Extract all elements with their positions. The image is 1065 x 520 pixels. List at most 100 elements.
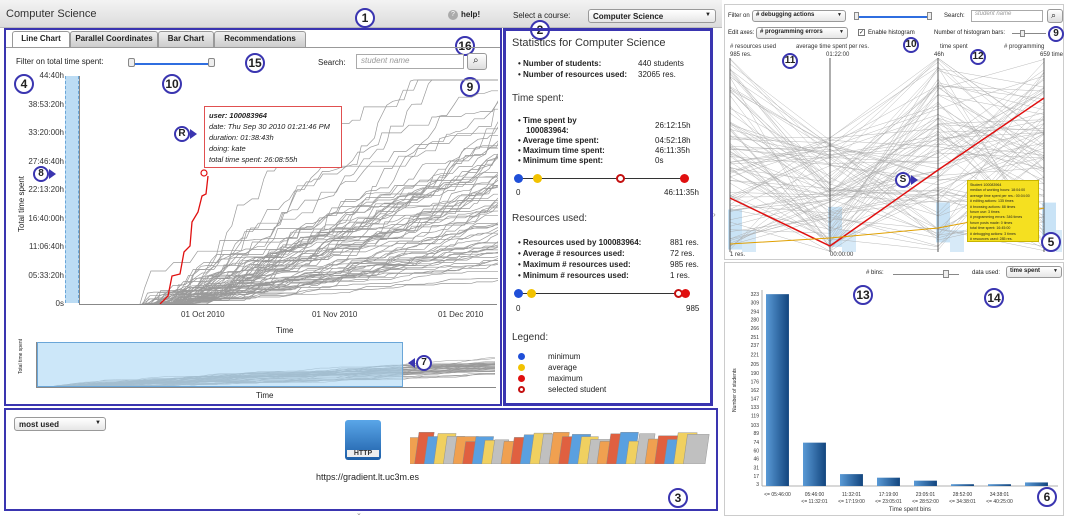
- pc-edit-axes-select[interactable]: # programming errors ▼: [756, 27, 848, 39]
- legend-min: minimum: [548, 352, 581, 361]
- y-tick: 11:06:40h: [29, 242, 64, 251]
- search-label: Search:: [318, 58, 346, 67]
- pc-enable-hist-checkbox[interactable]: ✓: [858, 29, 865, 36]
- selected-point: [200, 169, 208, 177]
- tab-parallel-coordinates[interactable]: Parallel Coordinates: [70, 31, 158, 47]
- bar-y-tick: 103: [751, 423, 760, 429]
- pc-search-button[interactable]: ⌕: [1047, 9, 1063, 23]
- resource-thumbnail: [683, 434, 710, 464]
- tooltip-box: user: 100083964 date: Thu Sep 30 2010 01…: [204, 106, 342, 168]
- time-avg-dot: [533, 174, 542, 183]
- bar-x-tick: 11:32:01: [842, 492, 861, 498]
- min-time-label: • Minimum time spent:: [518, 156, 604, 165]
- avg-res-label: • Average # resources used:: [518, 249, 625, 258]
- filter-label: Filter on total time spent:: [16, 57, 104, 66]
- collapse-right-icon[interactable]: ›: [713, 210, 716, 219]
- pc-axis-bottom-0: 1 res.: [730, 252, 746, 258]
- pc-search-placeholder: student name: [975, 11, 1012, 17]
- time-selected-dot: [616, 174, 625, 183]
- min-time-label-text: Minimum time spent:: [523, 156, 604, 165]
- pc-filter-label: Filter on: [728, 13, 750, 19]
- students-value: 440 students: [638, 59, 684, 68]
- pc-bars-slider[interactable]: [1012, 33, 1046, 34]
- time-filter-slider[interactable]: [132, 63, 212, 65]
- sort-select[interactable]: most used ▼: [14, 417, 106, 431]
- histogram-bar: [1025, 482, 1048, 486]
- histogram-bar: [951, 484, 974, 486]
- marker-15: 15: [245, 53, 265, 73]
- y-tick: 33:20:00h: [28, 128, 64, 137]
- x-axis-label: Time: [276, 326, 294, 335]
- slider-handle-left[interactable]: [128, 58, 135, 67]
- tab-bar-chart[interactable]: Bar Chart: [158, 31, 214, 47]
- bar-y-tick: 221: [751, 353, 760, 359]
- pc-line: [729, 58, 1045, 173]
- mini-brush[interactable]: [37, 342, 403, 387]
- histogram-bar: [766, 294, 789, 486]
- resource-thumbnails[interactable]: [410, 428, 710, 464]
- min-res-label: • Minimum # resources used:: [518, 271, 629, 280]
- help-link[interactable]: help!: [461, 10, 480, 19]
- time-max-dot: [680, 174, 689, 183]
- bar-y-tick: 309: [751, 300, 760, 306]
- pc-slider-handle-right[interactable]: [927, 12, 932, 20]
- resource-url[interactable]: https://gradient.lt.uc3m.es: [316, 472, 419, 482]
- pc-slider[interactable]: [857, 16, 930, 18]
- course-select[interactable]: Computer Science ▼: [588, 9, 716, 23]
- pc-bars-slider-handle[interactable]: [1020, 30, 1025, 37]
- sort-select-value: most used: [19, 420, 60, 429]
- time-heading: Time spent:: [512, 93, 564, 104]
- tooltip-doing: doing: kate: [209, 144, 246, 153]
- bar-chart-canvas[interactable]: 3233092942802662512372212051901761621471…: [740, 284, 1062, 516]
- pc-filter-select[interactable]: # debugging actions ▼: [752, 10, 846, 22]
- bar-y-tick: 294: [751, 309, 760, 315]
- legend-selected: selected student: [548, 385, 607, 394]
- y-tick: 22:13:20h: [28, 185, 64, 194]
- bar-y-tick: 176: [751, 379, 760, 385]
- bins-label: # bins:: [866, 270, 884, 276]
- ts-by-label-1: Time spent by: [523, 116, 577, 125]
- chevron-down-icon: ▼: [839, 29, 844, 35]
- min-res-value: 1 res.: [670, 271, 691, 280]
- bar-y-tick: 17: [753, 474, 759, 480]
- bar-x-tick: 34:38:01: [990, 492, 1010, 498]
- tab-recommendations[interactable]: Recommendations: [214, 31, 306, 47]
- bar-x-tick: 05:46:00: [805, 492, 825, 498]
- expand-down-icon[interactable]: ⌄: [356, 509, 362, 517]
- res-heading: Resources used:: [512, 213, 588, 224]
- bins-slider-handle[interactable]: [943, 270, 949, 278]
- bar-x-tick: <= 40:25:00: [986, 499, 1013, 505]
- res-scale-min: 0: [516, 304, 521, 313]
- http-resource-icon[interactable]: HTTP: [345, 420, 381, 460]
- pc-line: [729, 58, 1045, 158]
- y-axis-brush[interactable]: [65, 76, 79, 303]
- mini-x-label: Time: [256, 391, 274, 400]
- pc-axis-bottom-1: 00:00:00: [830, 252, 854, 258]
- min-time-value: 0s: [655, 156, 664, 165]
- search-button[interactable]: ⌕: [467, 53, 487, 70]
- marker-5: 5: [1041, 232, 1061, 252]
- pc-search-input[interactable]: student name: [971, 10, 1043, 22]
- slider-handle-right[interactable]: [208, 58, 215, 67]
- marker-8: 8: [33, 166, 49, 182]
- time-min-dot: [514, 174, 523, 183]
- y-tick: 44:40h: [39, 71, 64, 80]
- mini-y-label: Total time spent: [18, 338, 24, 374]
- time-scale-min: 0: [516, 188, 521, 197]
- time-scale-max: 46:11:35h: [664, 188, 699, 197]
- resources-label-text: Number of resources used:: [523, 70, 628, 79]
- data-used-select[interactable]: time spent ▼: [1006, 266, 1062, 278]
- data-used-value: time spent: [1010, 268, 1041, 274]
- legend-max-dot: [518, 375, 525, 382]
- pc-enable-hist-label: Enable histogram: [868, 30, 915, 36]
- bar-y-tick: 251: [751, 335, 760, 341]
- tab-line-chart[interactable]: Line Chart: [12, 31, 70, 48]
- y-tick: 0s: [55, 299, 64, 308]
- bar-y-tick: 31: [753, 466, 759, 472]
- bins-slider[interactable]: [893, 274, 959, 275]
- marker-1: 1: [355, 8, 375, 28]
- search-input[interactable]: student name: [356, 54, 464, 69]
- tooltip-date: date: Thu Sep 30 2010 01:21:46 PM: [209, 122, 330, 131]
- help-icon[interactable]: ?: [448, 10, 458, 20]
- pc-slider-handle-left[interactable]: [854, 12, 859, 20]
